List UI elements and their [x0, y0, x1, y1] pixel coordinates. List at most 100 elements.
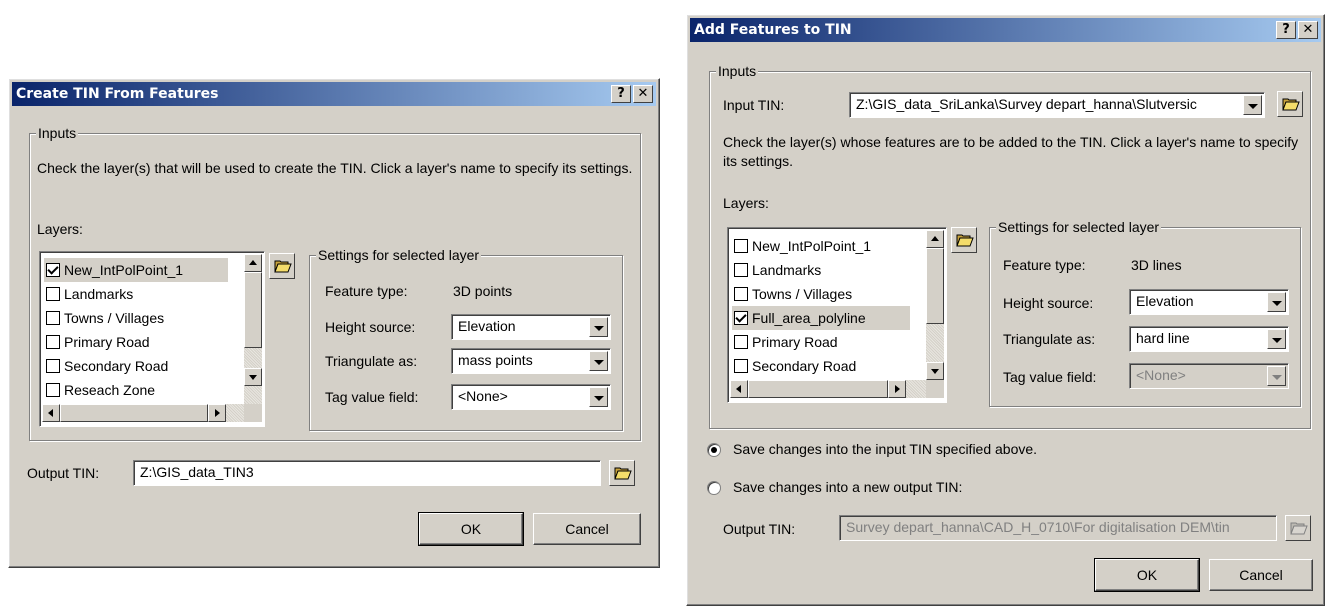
- list-item[interactable]: Full_area_polyline: [732, 306, 910, 330]
- add-features-title: Add Features to TIN: [694, 22, 852, 38]
- tag-value-dropdown[interactable]: <None>: [451, 384, 611, 410]
- settings-legend: Settings for selected layer: [316, 247, 482, 263]
- add-layer-button[interactable]: [951, 227, 977, 253]
- help-button[interactable]: ?: [1276, 21, 1296, 39]
- height-source-label: Height source:: [325, 319, 416, 335]
- ok-button[interactable]: OK: [418, 512, 524, 546]
- help-button[interactable]: ?: [611, 85, 631, 103]
- scroll-up-arrow-icon[interactable]: [926, 230, 944, 248]
- layer-checkbox[interactable]: [734, 335, 748, 349]
- layer-name: Full_area_polyline: [752, 310, 866, 326]
- layers-list[interactable]: New_IntPolPoint_1 Landmarks Towns / Vill…: [727, 227, 947, 403]
- save-new-label[interactable]: Save changes into a new output TIN:: [733, 479, 962, 495]
- scroll-left-arrow-icon[interactable]: [42, 404, 60, 422]
- horizontal-scrollbar[interactable]: [42, 404, 244, 422]
- scroll-h-thumb[interactable]: [60, 404, 208, 422]
- layer-name: New_IntPolPoint_1: [752, 238, 872, 254]
- layer-name: Secondary Road: [752, 358, 857, 374]
- scroll-thumb[interactable]: [244, 272, 262, 348]
- vertical-scrollbar[interactable]: [926, 230, 944, 380]
- output-tin-label: Output TIN:: [27, 465, 100, 481]
- scroll-down-arrow-icon[interactable]: [926, 362, 944, 380]
- output-tin-field: Survey depart_hanna\CAD_H_0710\For digit…: [839, 515, 1277, 541]
- layer-checkbox[interactable]: [734, 263, 748, 277]
- chevron-down-icon[interactable]: [1267, 329, 1286, 349]
- input-tin-label: Input TIN:: [723, 97, 785, 113]
- scroll-up-arrow-icon[interactable]: [244, 254, 262, 272]
- inputs-legend: Inputs: [716, 63, 759, 79]
- output-tin-value: Z:\GIS_data_TIN3: [140, 464, 254, 480]
- create-tin-title: Create TIN From Features: [16, 86, 219, 102]
- layer-checkbox[interactable]: [46, 383, 60, 397]
- layer-checkbox[interactable]: [46, 359, 60, 373]
- open-folder-icon: [1282, 98, 1300, 111]
- chevron-down-icon: [1267, 366, 1286, 386]
- scroll-right-arrow-icon[interactable]: [888, 380, 906, 398]
- list-item[interactable]: Primary Road: [44, 330, 228, 354]
- input-tin-dropdown[interactable]: Z:\GIS_data_SriLanka\Survey depart_hanna…: [849, 92, 1265, 118]
- chevron-down-icon[interactable]: [589, 317, 608, 337]
- height-source-dropdown[interactable]: Elevation: [1129, 289, 1289, 315]
- save-input-label[interactable]: Save changes into the input TIN specifie…: [733, 441, 1037, 457]
- chevron-down-icon[interactable]: [1243, 95, 1262, 115]
- save-input-radio[interactable]: [707, 443, 721, 457]
- close-button[interactable]: ✕: [1298, 21, 1318, 39]
- scroll-corner: [926, 380, 944, 398]
- feature-type-label: Feature type:: [325, 283, 408, 299]
- feature-type-value: 3D points: [453, 283, 513, 299]
- layer-checkbox[interactable]: [734, 239, 748, 253]
- chevron-down-icon[interactable]: [589, 351, 608, 371]
- add-instructions: Check the layer(s) whose features are to…: [723, 134, 1299, 169]
- add-layer-button[interactable]: [269, 253, 295, 279]
- browse-output-button[interactable]: [609, 460, 635, 486]
- scroll-right-arrow-icon[interactable]: [208, 404, 226, 422]
- list-item[interactable]: Secondary Road: [44, 354, 228, 378]
- list-item[interactable]: Reseach Zone: [44, 378, 228, 402]
- scroll-down-arrow-icon[interactable]: [244, 368, 262, 386]
- cancel-button[interactable]: Cancel: [533, 513, 641, 545]
- list-item[interactable]: New_IntPolPoint_1: [44, 258, 228, 282]
- cancel-button[interactable]: Cancel: [1209, 559, 1313, 591]
- create-instructions: Check the layer(s) that will be used to …: [37, 160, 633, 176]
- triangulate-selected: hard line: [1136, 330, 1190, 346]
- list-item[interactable]: Secondary Road: [732, 354, 910, 378]
- input-tin-value: Z:\GIS_data_SriLanka\Survey depart_hanna…: [856, 96, 1197, 112]
- layer-checkbox[interactable]: [46, 335, 60, 349]
- add-features-titlebar[interactable]: Add Features to TIN ? ✕: [690, 18, 1321, 42]
- layer-checkbox[interactable]: [46, 287, 60, 301]
- scroll-h-thumb[interactable]: [748, 380, 888, 398]
- horizontal-scrollbar[interactable]: [730, 380, 926, 398]
- ok-button[interactable]: OK: [1094, 558, 1200, 592]
- triangulate-dropdown[interactable]: mass points: [451, 348, 611, 374]
- layer-checkbox[interactable]: [46, 311, 60, 325]
- browse-input-button[interactable]: [1277, 91, 1303, 117]
- triangulate-label: Triangulate as:: [1003, 331, 1096, 347]
- browse-output-button: [1285, 515, 1311, 541]
- list-item[interactable]: Primary Road: [732, 330, 910, 354]
- output-tin-value: Survey depart_hanna\CAD_H_0710\For digit…: [846, 519, 1230, 535]
- close-button[interactable]: ✕: [633, 85, 653, 103]
- list-item[interactable]: Landmarks: [732, 258, 910, 282]
- output-tin-field[interactable]: Z:\GIS_data_TIN3: [133, 460, 601, 486]
- layer-name: Towns / Villages: [64, 310, 165, 326]
- layers-list[interactable]: New_IntPolPoint_1 Landmarks Towns / Vill…: [39, 251, 265, 427]
- list-item[interactable]: Towns / Villages: [732, 282, 910, 306]
- tag-value-label: Tag value field:: [325, 389, 419, 405]
- open-folder-icon: [956, 234, 974, 247]
- layer-checkbox[interactable]: [734, 359, 748, 373]
- vertical-scrollbar[interactable]: [244, 254, 262, 404]
- chevron-down-icon[interactable]: [589, 387, 608, 407]
- list-item[interactable]: Towns / Villages: [44, 306, 228, 330]
- save-new-radio[interactable]: [707, 481, 721, 495]
- layer-checkbox[interactable]: [734, 287, 748, 301]
- scroll-thumb[interactable]: [926, 248, 944, 324]
- scroll-left-arrow-icon[interactable]: [730, 380, 748, 398]
- list-item[interactable]: New_IntPolPoint_1: [732, 234, 910, 258]
- chevron-down-icon[interactable]: [1267, 292, 1286, 312]
- height-source-dropdown[interactable]: Elevation: [451, 314, 611, 340]
- list-item[interactable]: Landmarks: [44, 282, 228, 306]
- create-tin-titlebar[interactable]: Create TIN From Features ? ✕: [12, 82, 656, 106]
- layer-checkbox[interactable]: [46, 263, 60, 277]
- triangulate-dropdown[interactable]: hard line: [1129, 326, 1289, 352]
- layer-checkbox[interactable]: [734, 311, 748, 325]
